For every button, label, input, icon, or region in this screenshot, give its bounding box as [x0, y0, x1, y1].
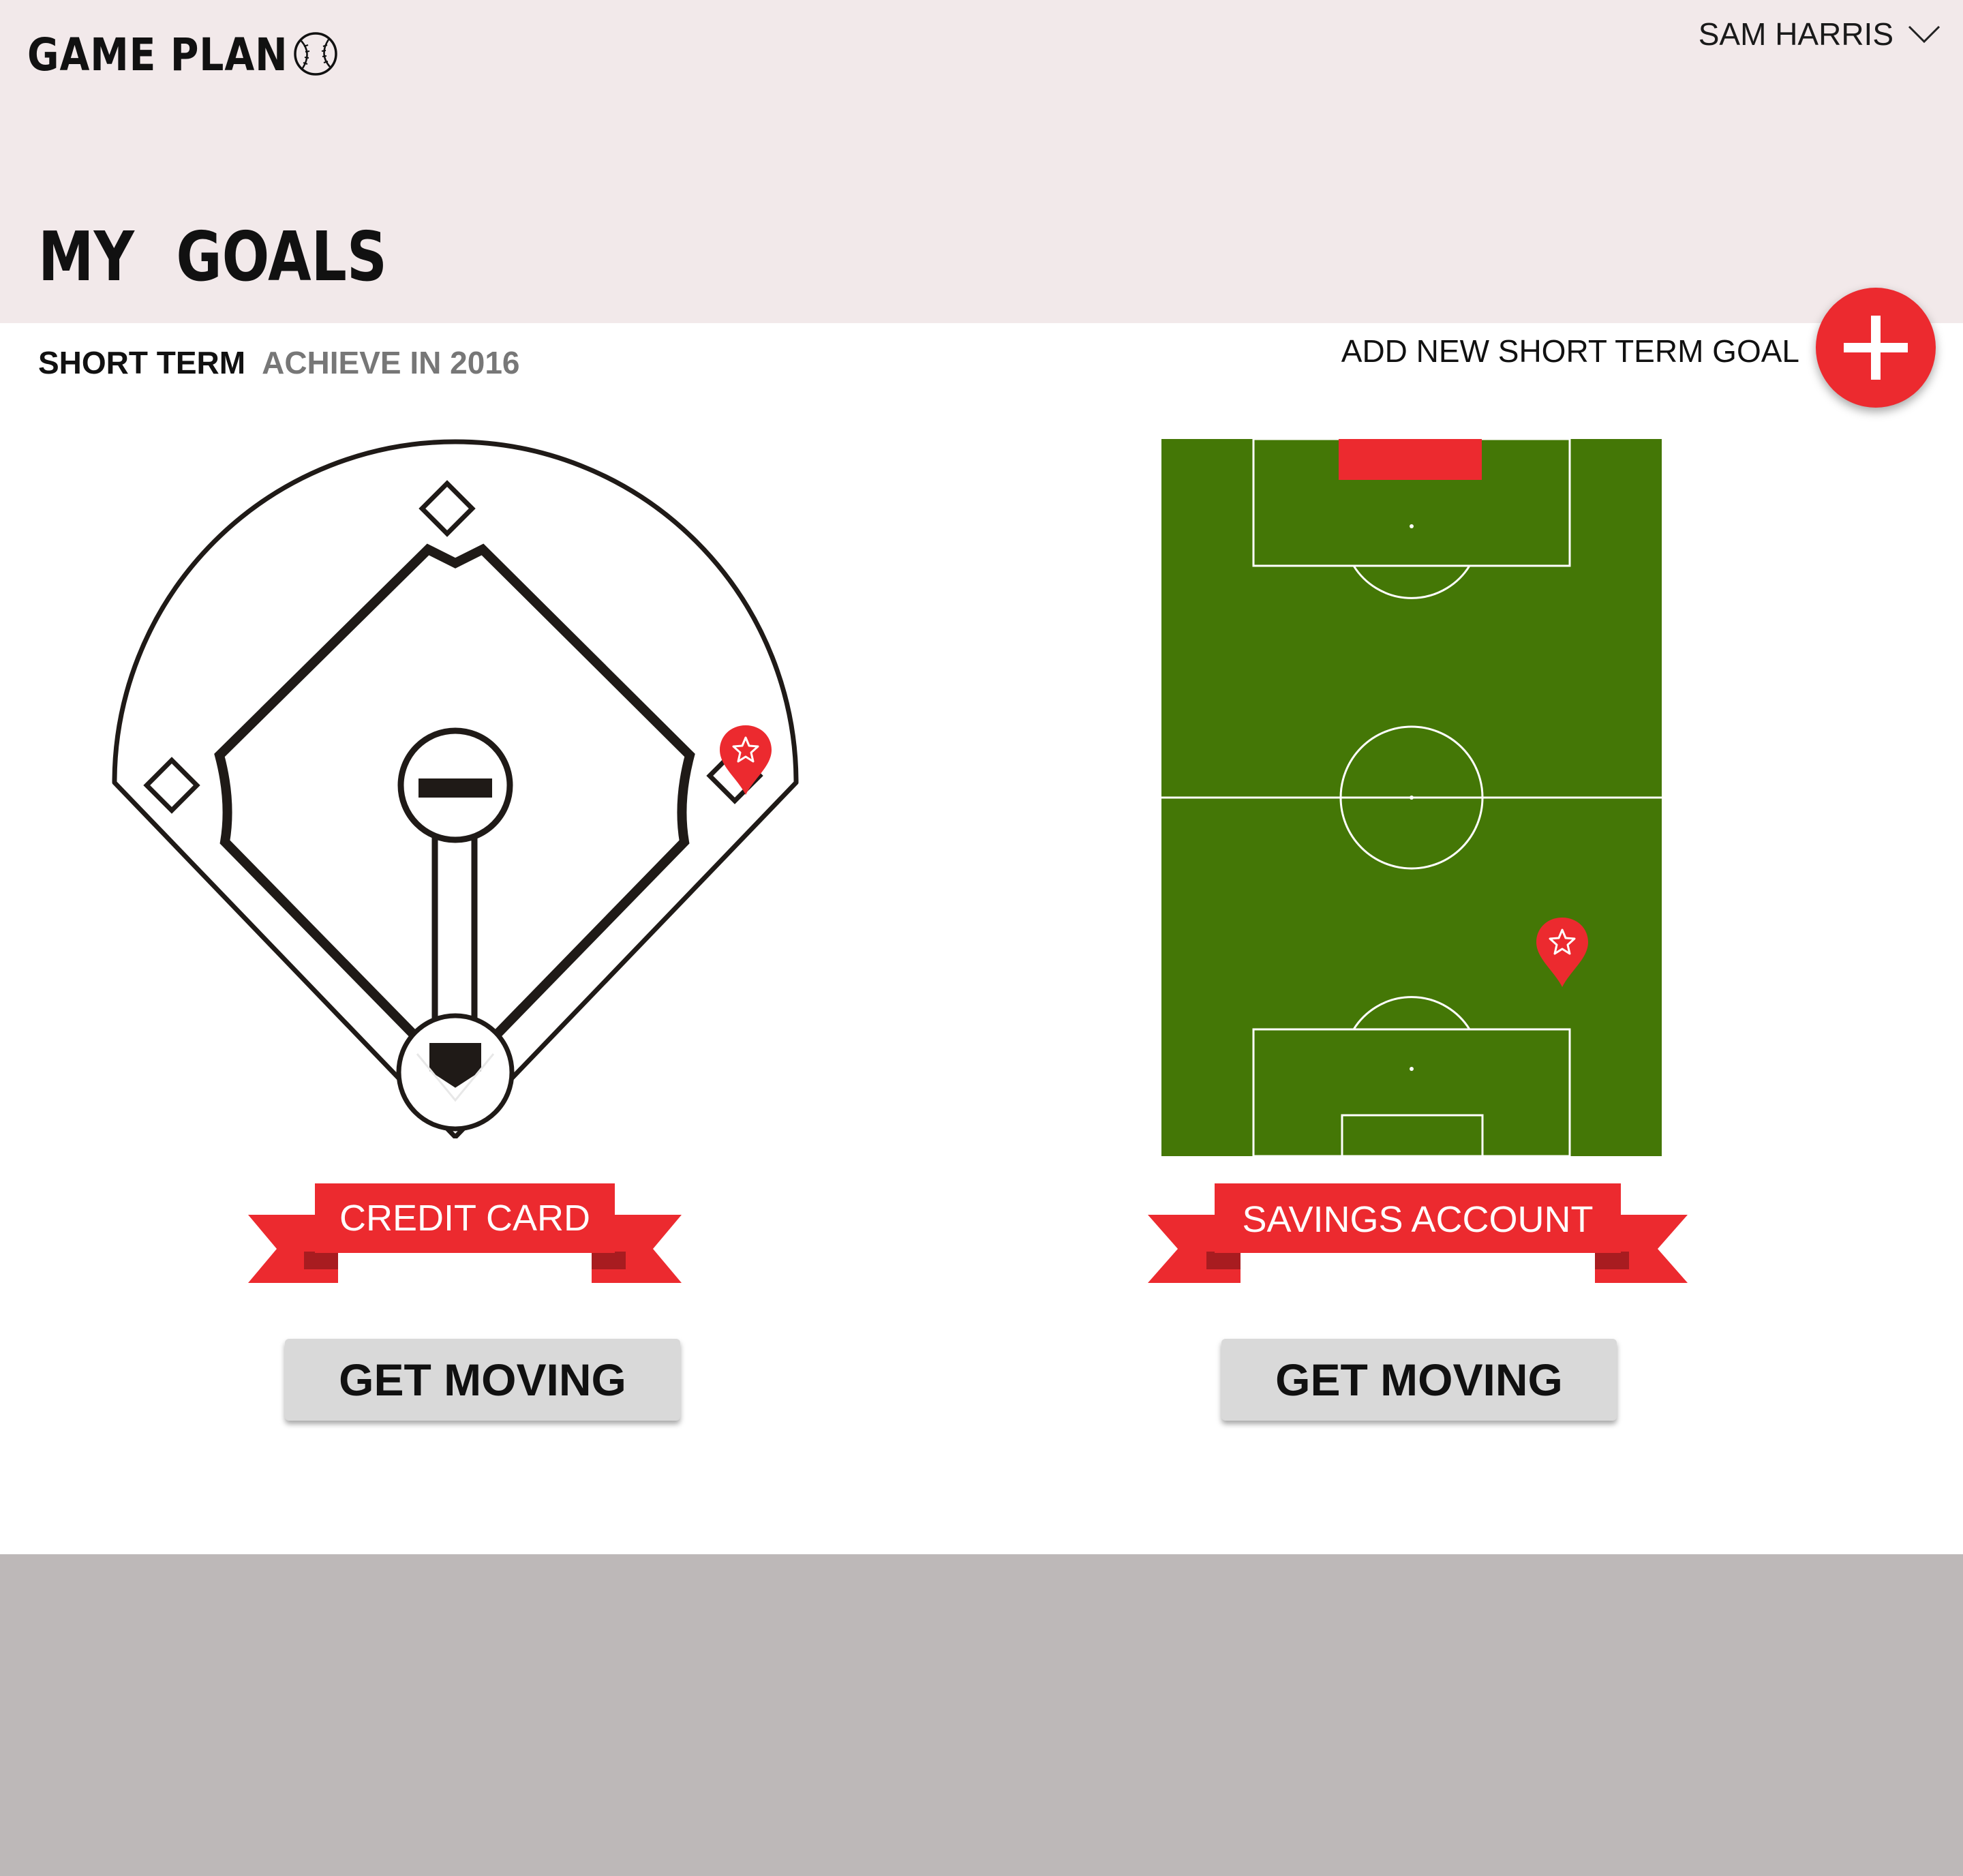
- star-pin-icon: [1536, 918, 1588, 987]
- header: GAME PLAN SAM HARRIS MY GOALS: [0, 0, 1963, 323]
- chevron-down-icon: [1908, 25, 1941, 44]
- get-moving-button[interactable]: GET MOVING: [285, 1339, 680, 1421]
- achieve-label: ACHIEVE IN 2016: [262, 345, 520, 380]
- star-pin-icon: [720, 725, 772, 795]
- footer: [0, 1554, 1963, 1876]
- goal-name: CREDIT CARD: [339, 1198, 591, 1239]
- brand-logo[interactable]: GAME PLAN: [27, 27, 337, 82]
- brand-name: GAME PLAN: [27, 28, 288, 81]
- baseball-field: [112, 439, 799, 1138]
- get-moving-button[interactable]: GET MOVING: [1221, 1339, 1617, 1421]
- page-title: MY GOALS: [38, 217, 387, 297]
- goal-name: SAVINGS ACCOUNT: [1242, 1199, 1594, 1240]
- add-goal-button[interactable]: [1816, 288, 1936, 408]
- term-label: SHORT TERM: [38, 345, 246, 380]
- add-goal-label[interactable]: ADD NEW SHORT TERM GOAL: [1341, 333, 1799, 369]
- soccer-field: [1161, 439, 1662, 1156]
- user-menu[interactable]: SAM HARRIS: [1699, 14, 1941, 55]
- section-label: SHORT TERM ACHIEVE IN 2016: [38, 344, 520, 381]
- user-name: SAM HARRIS: [1698, 16, 1893, 52]
- baseball-icon: [294, 32, 337, 76]
- plus-icon: [1844, 316, 1908, 380]
